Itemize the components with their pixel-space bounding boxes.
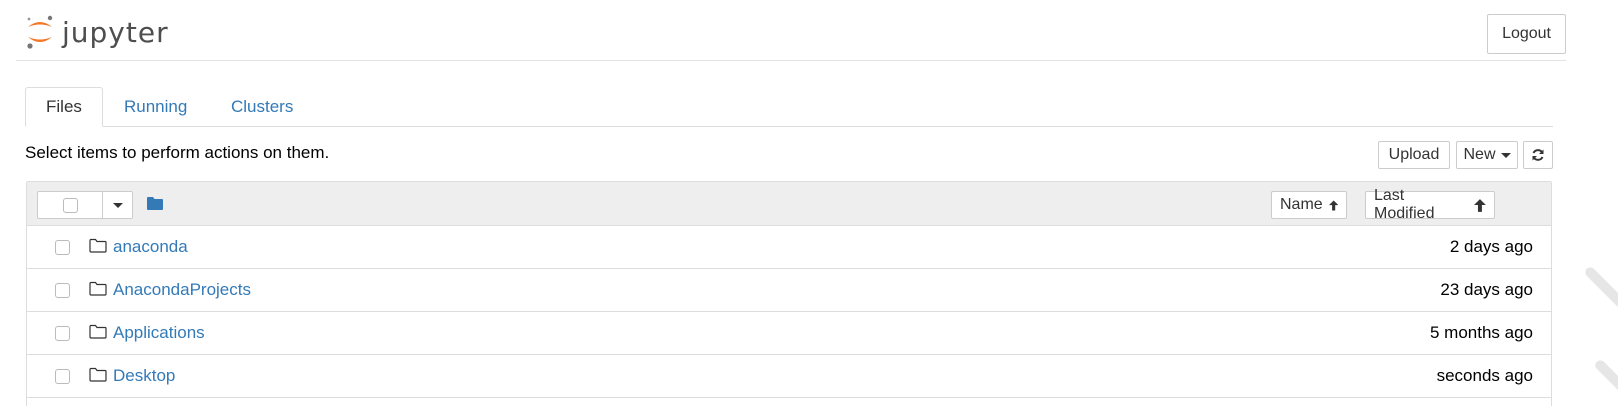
item-modified: 23 days ago (1440, 280, 1533, 299)
chevron-down-icon (112, 202, 123, 208)
sort-name-button[interactable]: Name (1271, 191, 1347, 219)
sort-modified-button[interactable]: Last Modified (1365, 187, 1495, 222)
item-checkbox[interactable] (55, 326, 70, 341)
item-modified: 5 months ago (1429, 323, 1533, 342)
select-all-checkbox[interactable] (38, 192, 103, 218)
tab-files[interactable]: Files (25, 87, 103, 127)
sort-name-label: Name (1280, 196, 1323, 213)
folder-icon (89, 367, 107, 382)
checkbox (62, 197, 78, 213)
file-list: Name Last Modified anaconda 2 days ago A… (26, 181, 1552, 406)
item-name-link[interactable]: Desktop (113, 366, 175, 386)
item-modified: seconds ago (1436, 366, 1533, 385)
tab-running[interactable]: Running (104, 87, 207, 126)
list-item[interactable]: AnacondaProjects 23 days ago (27, 269, 1551, 312)
chevron-down-icon (1500, 152, 1511, 158)
folder-icon (89, 324, 107, 339)
list-item[interactable]: anaconda 2 days ago (27, 226, 1551, 269)
jupyter-logo-icon (27, 15, 53, 49)
tab-clusters[interactable]: Clusters (211, 87, 313, 126)
jupyter-logo[interactable]: jupyter (24, 12, 169, 52)
instructions-text: Select items to perform actions on them. (25, 143, 330, 162)
item-name-link[interactable]: AnacondaProjects (113, 280, 251, 300)
new-label: New (1463, 146, 1496, 163)
refresh-button[interactable] (1523, 141, 1553, 169)
refresh-icon (1532, 149, 1544, 161)
decorative-stripe (1593, 358, 1618, 406)
item-name-link[interactable]: Applications (113, 323, 205, 343)
jupyter-file-browser: jupyter Logout Files Running Clusters Se… (0, 0, 1618, 406)
item-modified: 2 days ago (1449, 237, 1533, 256)
list-header: Name Last Modified (27, 182, 1551, 226)
select-all-group (37, 191, 133, 219)
item-checkbox[interactable] (55, 369, 70, 384)
item-checkbox[interactable] (55, 240, 70, 255)
item-name-link[interactable]: anaconda (113, 237, 188, 257)
sort-modified-label: Last Modified (1374, 187, 1435, 222)
folder-icon (89, 281, 107, 296)
upload-button[interactable]: Upload (1378, 141, 1450, 169)
logo-text: jupyter (62, 15, 169, 49)
logout-button[interactable]: Logout (1487, 14, 1566, 54)
list-item[interactable]: Applications 5 months ago (27, 312, 1551, 355)
header: jupyter Logout (16, 0, 1566, 61)
arrow-up-icon (1328, 199, 1338, 211)
select-menu-toggle[interactable] (103, 192, 132, 218)
tab-bar: Files Running Clusters (25, 87, 1553, 127)
folder-icon[interactable] (147, 196, 163, 210)
folder-icon (89, 238, 107, 253)
item-checkbox[interactable] (55, 283, 70, 298)
decorative-stripe (1583, 265, 1618, 315)
list-item[interactable]: Desktop seconds ago (27, 355, 1551, 398)
arrow-up-icon (1474, 198, 1486, 212)
new-dropdown-button[interactable]: New (1456, 141, 1518, 169)
